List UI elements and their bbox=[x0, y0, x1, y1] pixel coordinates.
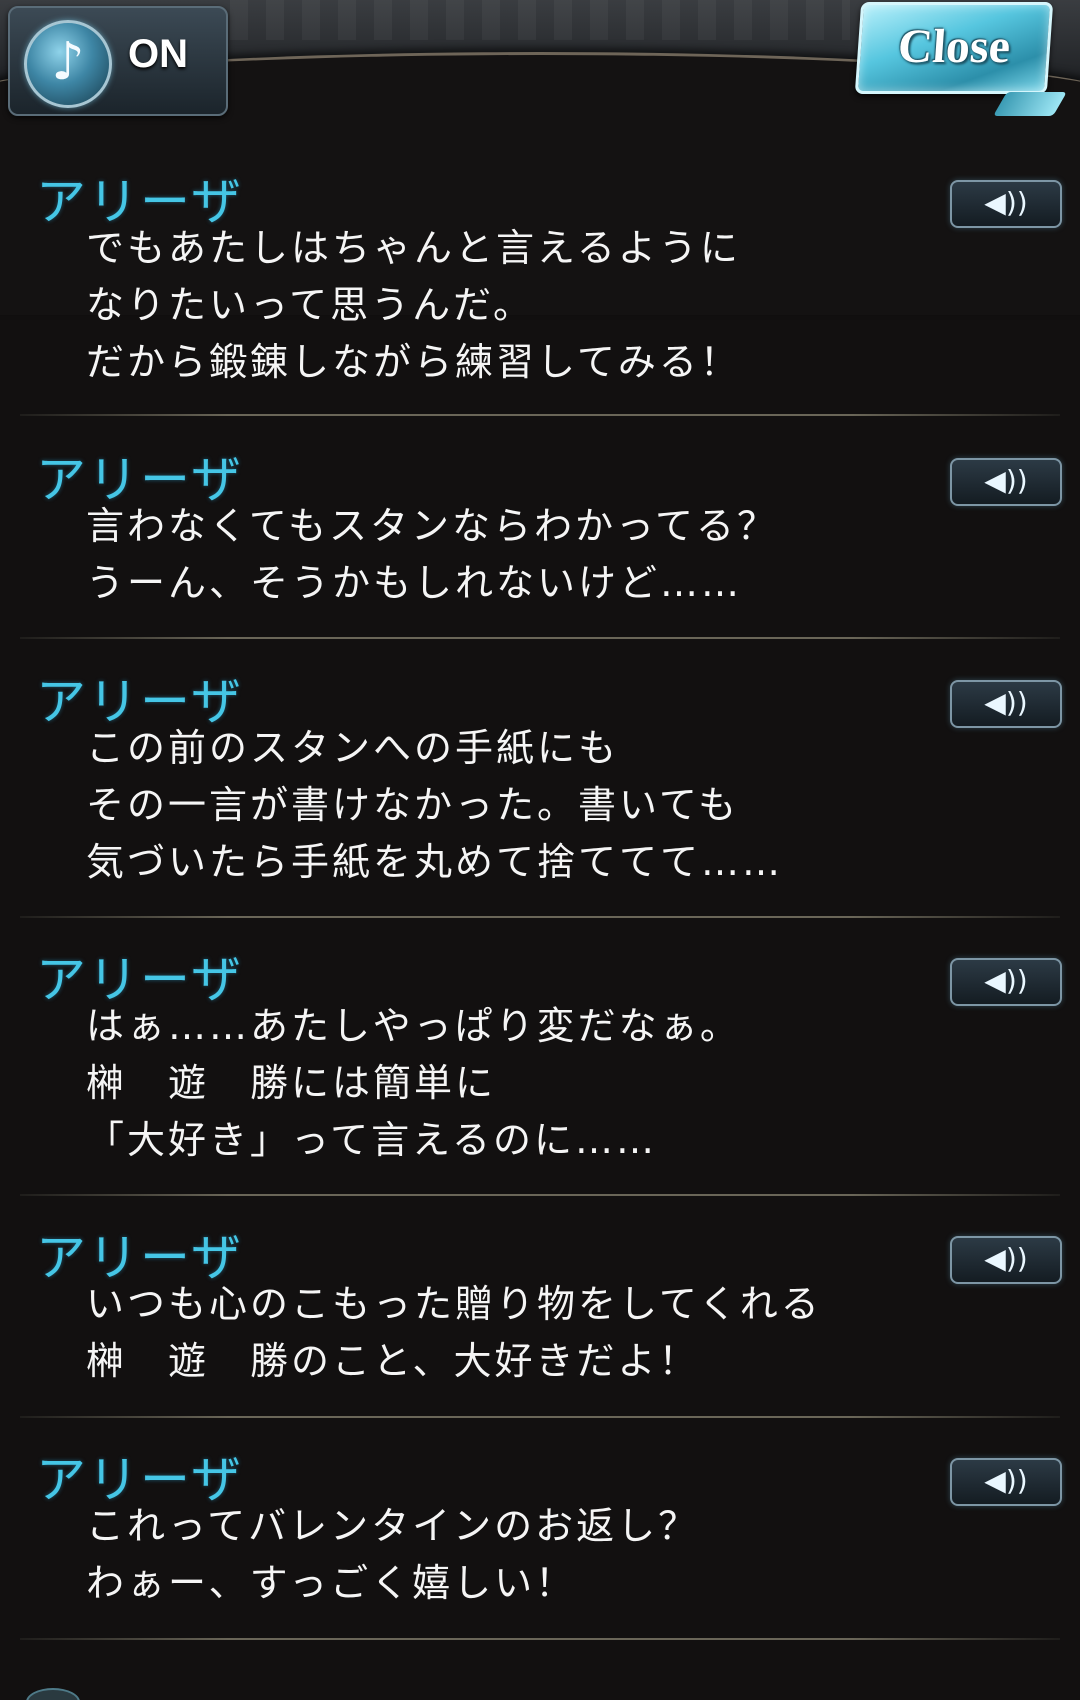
dialogue-line: 言わなくてもスタンならわかってる？ bbox=[86, 504, 779, 548]
bgm-status-label: ON bbox=[128, 32, 188, 76]
voice-play-button[interactable]: ◀)) bbox=[950, 180, 1062, 228]
dialogue-text: この前のスタンへの手紙にも その一言が書けなかった。書いても 気づいたら手紙を丸… bbox=[86, 720, 783, 891]
voice-play-button[interactable]: ◀)) bbox=[950, 1458, 1062, 1506]
dialogue-line: わぁー、すっごく嬉しい！ bbox=[86, 1561, 577, 1605]
log-entry: アリーザ いつも心のこもった贈り物をしてくれる 榊 遊 勝のこと、大好きだよ！ … bbox=[0, 1206, 1080, 1414]
dialogue-text: でもあたしはちゃんと言えるように なりたいって思うんだ。 だから鍛錬しながら練習… bbox=[86, 220, 741, 391]
bgm-toggle-button[interactable]: ♪ ON bbox=[8, 6, 228, 116]
speaker-icon: ◀)) bbox=[984, 186, 1028, 219]
dialogue-line: この前のスタンへの手紙にも bbox=[86, 726, 620, 770]
speaker-icon: ◀)) bbox=[984, 464, 1028, 497]
voice-play-button[interactable]: ◀)) bbox=[950, 458, 1062, 506]
entry-divider bbox=[20, 916, 1060, 918]
dialogue-text: はぁ……あたしやっぱり変だなぁ。 榊 遊 勝には簡単に 「大好き」って言えるのに… bbox=[86, 998, 741, 1169]
dialogue-line: だから鍛錬しながら練習してみる！ bbox=[86, 340, 741, 384]
dialogue-line: 榊 遊 勝のこと、大好きだよ！ bbox=[86, 1339, 700, 1383]
dialogue-line: その一言が書けなかった。書いても bbox=[86, 783, 739, 827]
close-button-label: Close bbox=[896, 20, 1012, 73]
dialogue-text: 言わなくてもスタンならわかってる？ うーん、そうかもしれないけど…… bbox=[86, 498, 778, 612]
dialogue-text: いつも心のこもった贈り物をしてくれる 榊 遊 勝のこと、大好きだよ！ bbox=[86, 1276, 822, 1390]
close-button[interactable]: Close bbox=[854, 2, 1054, 94]
voice-play-button[interactable]: ◀)) bbox=[950, 680, 1062, 728]
speaker-icon: ◀)) bbox=[984, 1464, 1028, 1497]
entry-divider bbox=[20, 1638, 1060, 1640]
dialogue-line: はぁ……あたしやっぱり変だなぁ。 bbox=[86, 1004, 741, 1048]
log-entry: アリーザ 言わなくてもスタンならわかってる？ うーん、そうかもしれないけど…… … bbox=[0, 428, 1080, 636]
dialogue-line: 気づいたら手紙を丸めて捨ててて…… bbox=[86, 840, 784, 884]
speaker-icon: ◀)) bbox=[984, 686, 1028, 719]
dialogue-line: でもあたしはちゃんと言えるように bbox=[86, 226, 741, 270]
entry-divider bbox=[20, 1416, 1060, 1418]
dialogue-line: なりたいって思うんだ。 bbox=[86, 283, 534, 327]
log-entry: アリーザ はぁ……あたしやっぱり変だなぁ。 榊 遊 勝には簡単に 「大好き」って… bbox=[0, 928, 1080, 1186]
dialogue-line: 榊 遊 勝には簡単に bbox=[86, 1061, 497, 1105]
dialogue-text: これってバレンタインのお返し？ わぁー、すっごく嬉しい！ bbox=[86, 1498, 699, 1612]
entry-divider bbox=[20, 414, 1060, 416]
voice-log-list[interactable]: アリーザ でもあたしはちゃんと言えるように なりたいって思うんだ。 だから鍛錬し… bbox=[0, 150, 1080, 1700]
log-entry: アリーザ この前のスタンへの手紙にも その一言が書けなかった。書いても 気づいた… bbox=[0, 650, 1080, 908]
log-entry: アリーザ これってバレンタインのお返し？ わぁー、すっごく嬉しい！ ◀)) bbox=[0, 1428, 1080, 1636]
speaker-icon: ◀)) bbox=[984, 964, 1028, 997]
dialogue-line: うーん、そうかもしれないけど…… bbox=[86, 561, 743, 605]
voice-play-button[interactable]: ◀)) bbox=[950, 958, 1062, 1006]
log-entry: アリーザ でもあたしはちゃんと言えるように なりたいって思うんだ。 だから鍛錬し… bbox=[0, 150, 1080, 414]
music-note-icon: ♪ bbox=[24, 20, 112, 108]
speaker-icon: ◀)) bbox=[984, 1242, 1028, 1275]
entry-divider bbox=[20, 637, 1060, 639]
entry-divider bbox=[20, 1194, 1060, 1196]
dialogue-line: 「大好き」って言えるのに…… bbox=[86, 1118, 657, 1162]
dialogue-line: これってバレンタインのお返し？ bbox=[86, 1504, 700, 1548]
voice-play-button[interactable]: ◀)) bbox=[950, 1236, 1062, 1284]
dialogue-line: いつも心のこもった贈り物をしてくれる bbox=[86, 1282, 822, 1326]
header-ornament bbox=[230, 0, 850, 40]
